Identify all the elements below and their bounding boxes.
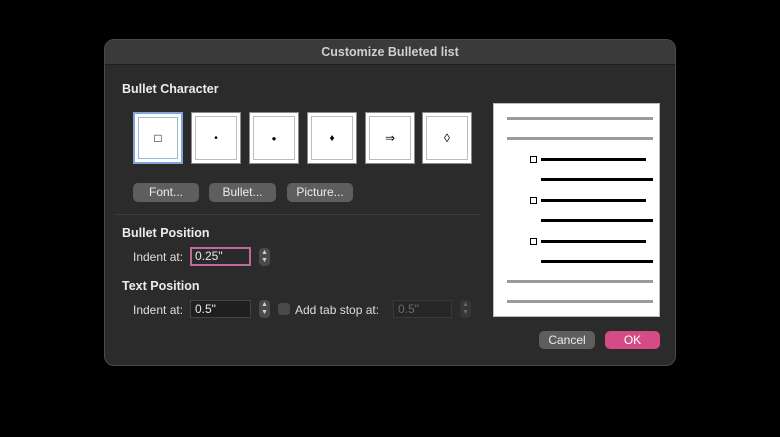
bullet-position-label: Bullet Position	[122, 226, 210, 240]
double-arrow-right-icon: ⇒	[384, 131, 396, 145]
text-indent-stepper[interactable]: ▲ ▼	[259, 300, 270, 318]
picture-button[interactable]: Picture...	[287, 183, 353, 202]
preview-line	[507, 117, 653, 120]
black-diamond-icon: ♦	[329, 132, 335, 144]
preview-line	[541, 158, 646, 161]
preview-line	[541, 219, 653, 222]
bullet-indent-stepper[interactable]: ▲ ▼	[259, 248, 270, 266]
tab-stop-stepper[interactable]: ▲ ▼	[460, 300, 471, 318]
white-square-icon: □	[154, 131, 162, 145]
chevron-up-icon: ▲	[261, 249, 268, 256]
ok-button[interactable]: OK	[605, 331, 660, 349]
bullet-option-3[interactable]: ●	[249, 112, 299, 164]
font-button[interactable]: Font...	[133, 183, 199, 202]
small-dot-icon: •	[214, 132, 218, 144]
preview-bullet-square-icon	[530, 156, 537, 163]
bullet-option-4[interactable]: ♦	[307, 112, 357, 164]
bullet-preview	[493, 103, 660, 317]
bullet-character-label: Bullet Character	[122, 82, 219, 96]
add-tab-stop-checkbox[interactable]	[278, 303, 290, 315]
chevron-down-icon: ▼	[261, 257, 268, 264]
preview-line	[507, 280, 653, 283]
preview-line	[541, 260, 653, 263]
bullet-option-1[interactable]: □	[133, 112, 183, 164]
preview-line	[541, 240, 646, 243]
bullet-indent-input[interactable]: 0.25"	[190, 247, 251, 266]
preview-line	[541, 199, 646, 202]
customize-bulleted-list-dialog: Customize Bulleted list Bullet Character…	[104, 39, 676, 366]
preview-line	[541, 178, 653, 181]
text-indent-label: Indent at:	[133, 303, 184, 317]
chevron-up-icon: ▲	[462, 301, 469, 308]
bullet-button[interactable]: Bullet...	[209, 183, 276, 202]
text-position-label: Text Position	[122, 279, 200, 293]
text-indent-input[interactable]: 0.5"	[190, 300, 251, 318]
cancel-button[interactable]: Cancel	[539, 331, 595, 349]
bullet-option-6[interactable]: ◊	[422, 112, 472, 164]
preview-line	[507, 137, 653, 140]
lozenge-icon: ◊	[444, 131, 450, 145]
preview-line	[507, 300, 653, 303]
bullet-option-2[interactable]: •	[191, 112, 241, 164]
chevron-down-icon: ▼	[261, 309, 268, 316]
preview-bullet-square-icon	[530, 197, 537, 204]
chevron-up-icon: ▲	[261, 301, 268, 308]
dialog-title: Customize Bulleted list	[105, 40, 675, 65]
section-divider	[115, 214, 481, 215]
chevron-down-icon: ▼	[462, 309, 469, 316]
tab-stop-input[interactable]: 0.5"	[393, 300, 452, 318]
add-tab-stop-label: Add tab stop at:	[295, 303, 380, 317]
bullet-option-5[interactable]: ⇒	[365, 112, 415, 164]
black-circle-icon: ●	[271, 133, 277, 143]
preview-bullet-square-icon	[530, 238, 537, 245]
bullet-indent-label: Indent at:	[133, 250, 184, 264]
